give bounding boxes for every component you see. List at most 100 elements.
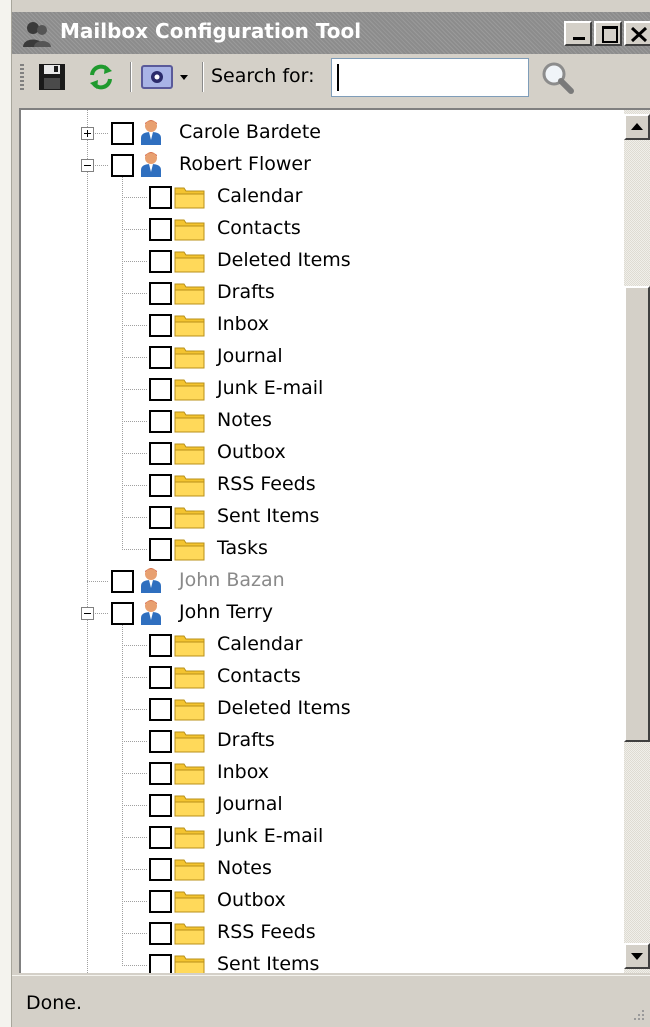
folder-checkbox[interactable]	[149, 250, 172, 273]
scroll-down-button[interactable]	[624, 943, 650, 969]
folder-name: Sent Items	[217, 505, 320, 527]
folder-icon	[174, 187, 205, 209]
folder-checkbox[interactable]	[149, 794, 172, 817]
folder-checkbox[interactable]	[149, 218, 172, 241]
folder-checkbox[interactable]	[149, 826, 172, 849]
folder-node[interactable]: Inbox	[21, 309, 624, 341]
toolbar-grip[interactable]	[20, 64, 24, 92]
folder-name: Junk E-mail	[217, 377, 324, 399]
folder-checkbox[interactable]	[149, 474, 172, 497]
tree-connector	[122, 421, 147, 422]
folder-checkbox[interactable]	[149, 762, 172, 785]
mailbox-checkbox[interactable]	[111, 602, 134, 625]
folder-node[interactable]: Contacts	[21, 661, 624, 693]
tree-connector	[122, 965, 147, 966]
folder-node[interactable]: Inbox	[21, 757, 624, 789]
collapse-icon[interactable]	[81, 159, 94, 172]
tree-connector	[122, 293, 147, 294]
mailbox-node[interactable]: Robert Flower	[21, 149, 624, 181]
folder-checkbox[interactable]	[149, 698, 172, 721]
folder-checkbox[interactable]	[149, 506, 172, 529]
folder-node[interactable]: Tasks	[21, 533, 624, 565]
minimize-button[interactable]	[564, 21, 592, 46]
folder-checkbox[interactable]	[149, 922, 172, 945]
mailbox-checkbox[interactable]	[111, 570, 134, 593]
save-icon	[39, 64, 65, 90]
scroll-up-button[interactable]	[624, 114, 650, 140]
folder-node[interactable]: Junk E-mail	[21, 821, 624, 853]
folder-node[interactable]: Sent Items	[21, 501, 624, 533]
left-edge-line	[11, 0, 12, 1027]
collapse-icon[interactable]	[81, 607, 94, 620]
folder-checkbox[interactable]	[149, 954, 172, 973]
folder-node[interactable]: RSS Feeds	[21, 469, 624, 501]
folder-checkbox[interactable]	[149, 346, 172, 369]
folder-node[interactable]: Junk E-mail	[21, 373, 624, 405]
folder-checkbox[interactable]	[149, 442, 172, 465]
folder-node[interactable]: Drafts	[21, 725, 624, 757]
folder-checkbox[interactable]	[149, 890, 172, 913]
folder-checkbox[interactable]	[149, 634, 172, 657]
mailbox-node[interactable]: Carole Bardete	[21, 117, 624, 149]
folder-checkbox[interactable]	[149, 858, 172, 881]
folder-checkbox[interactable]	[149, 186, 172, 209]
title-bar[interactable]: Mailbox Configuration Tool	[12, 12, 650, 54]
folder-node[interactable]: Calendar	[21, 629, 624, 661]
refresh-button[interactable]	[86, 62, 116, 96]
close-icon	[630, 27, 648, 42]
search-input[interactable]	[331, 58, 529, 97]
tree-connector	[122, 229, 147, 230]
folder-node[interactable]: RSS Feeds	[21, 917, 624, 949]
folder-node[interactable]: Calendar	[21, 181, 624, 213]
save-button[interactable]	[38, 63, 66, 95]
folder-checkbox[interactable]	[149, 282, 172, 305]
folder-icon	[174, 219, 205, 241]
mailbox-name: Carole Bardete	[179, 121, 321, 143]
tree-connector	[122, 901, 147, 902]
folder-icon	[174, 795, 205, 817]
folder-node[interactable]: Sent Items	[21, 949, 624, 973]
toolbar: Search for:	[12, 54, 650, 100]
search-button[interactable]	[538, 59, 578, 99]
expand-icon[interactable]	[81, 127, 94, 140]
mailbox-node[interactable]: John Terry	[21, 597, 624, 629]
resize-grip-icon[interactable]	[632, 1008, 646, 1022]
folder-checkbox[interactable]	[149, 538, 172, 561]
close-button[interactable]	[624, 21, 650, 46]
mailbox-tree-pane: Carole Bardete Robert Flower Calendar Conta…	[19, 108, 650, 973]
folder-node[interactable]: Outbox	[21, 885, 624, 917]
folder-checkbox[interactable]	[149, 378, 172, 401]
folder-node[interactable]: Journal	[21, 789, 624, 821]
maximize-button[interactable]	[594, 21, 622, 46]
vertical-scrollbar[interactable]	[624, 110, 650, 973]
folder-icon	[174, 347, 205, 369]
tree-connector	[122, 837, 147, 838]
folder-checkbox[interactable]	[149, 730, 172, 753]
folder-node[interactable]: Drafts	[21, 277, 624, 309]
folder-node[interactable]: Contacts	[21, 213, 624, 245]
mailbox-checkbox[interactable]	[111, 154, 134, 177]
folder-checkbox[interactable]	[149, 410, 172, 433]
tree-connector	[122, 869, 147, 870]
mailbox-node[interactable]: John Bazan	[21, 565, 624, 597]
folder-icon	[174, 923, 205, 945]
folder-checkbox[interactable]	[149, 666, 172, 689]
scrollbar-thumb[interactable]	[624, 286, 650, 742]
folder-node[interactable]: Notes	[21, 405, 624, 437]
text-caret	[337, 64, 339, 91]
folder-node[interactable]: Notes	[21, 853, 624, 885]
folder-node[interactable]: Deleted Items	[21, 245, 624, 277]
users-icon	[22, 20, 52, 48]
settings-dropdown-button[interactable]	[140, 64, 198, 94]
folder-icon	[174, 635, 205, 657]
folder-node[interactable]: Journal	[21, 341, 624, 373]
folder-node[interactable]: Deleted Items	[21, 693, 624, 725]
tree-connector	[87, 581, 109, 582]
folder-name: Outbox	[217, 889, 286, 911]
search-label: Search for:	[211, 65, 315, 87]
folder-name: Calendar	[217, 185, 303, 207]
mailbox-checkbox[interactable]	[111, 122, 134, 145]
folder-node[interactable]: Outbox	[21, 437, 624, 469]
folder-checkbox[interactable]	[149, 314, 172, 337]
user-icon	[141, 600, 161, 625]
